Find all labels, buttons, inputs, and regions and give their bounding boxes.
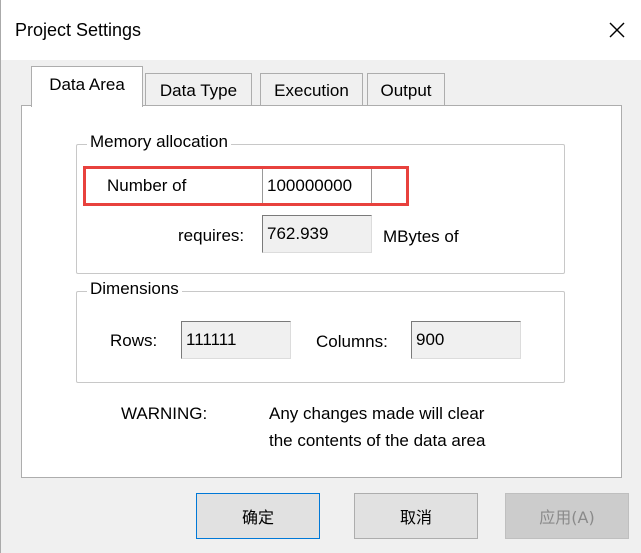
tab-label: Data Area (49, 75, 125, 94)
columns-label: Columns: (316, 332, 388, 351)
tab-data-type[interactable]: Data Type (145, 73, 252, 105)
tab-output[interactable]: Output (367, 73, 445, 105)
memory-allocation-title: Memory allocation (87, 132, 231, 152)
window-title: Project Settings (15, 20, 142, 40)
memory-allocation-group: Memory allocation (76, 132, 565, 274)
tab-execution[interactable]: Execution (260, 73, 363, 105)
cancel-button[interactable]: 取消 (354, 493, 478, 539)
warning-line-2: the contents of the data area (269, 431, 486, 450)
rows-label: Rows: (110, 331, 158, 350)
close-icon (609, 22, 625, 38)
ok-button[interactable]: 确定 (196, 493, 320, 539)
close-button[interactable] (599, 14, 635, 46)
apply-button[interactable]: 应用(A) (505, 493, 629, 539)
warning-label: WARNING: (121, 404, 208, 423)
dimensions-title: Dimensions (87, 279, 182, 299)
requires-label: requires: (178, 226, 245, 245)
tab-label: Output (380, 80, 432, 100)
warning-line-1: Any changes made will clear (269, 404, 485, 423)
mbytes-label: MBytes of (383, 227, 459, 246)
requires-field (262, 215, 372, 253)
rows-field (181, 321, 291, 359)
tab-label: Data Type (159, 80, 238, 100)
tab-label: Execution (274, 80, 349, 100)
tab-data-area[interactable]: Data Area (31, 66, 143, 107)
project-settings-dialog: Project Settings Data Area Data Type Exe… (0, 0, 641, 553)
columns-field (411, 321, 521, 359)
title-bar: Project Settings (1, 0, 641, 60)
highlight-box (83, 166, 409, 206)
